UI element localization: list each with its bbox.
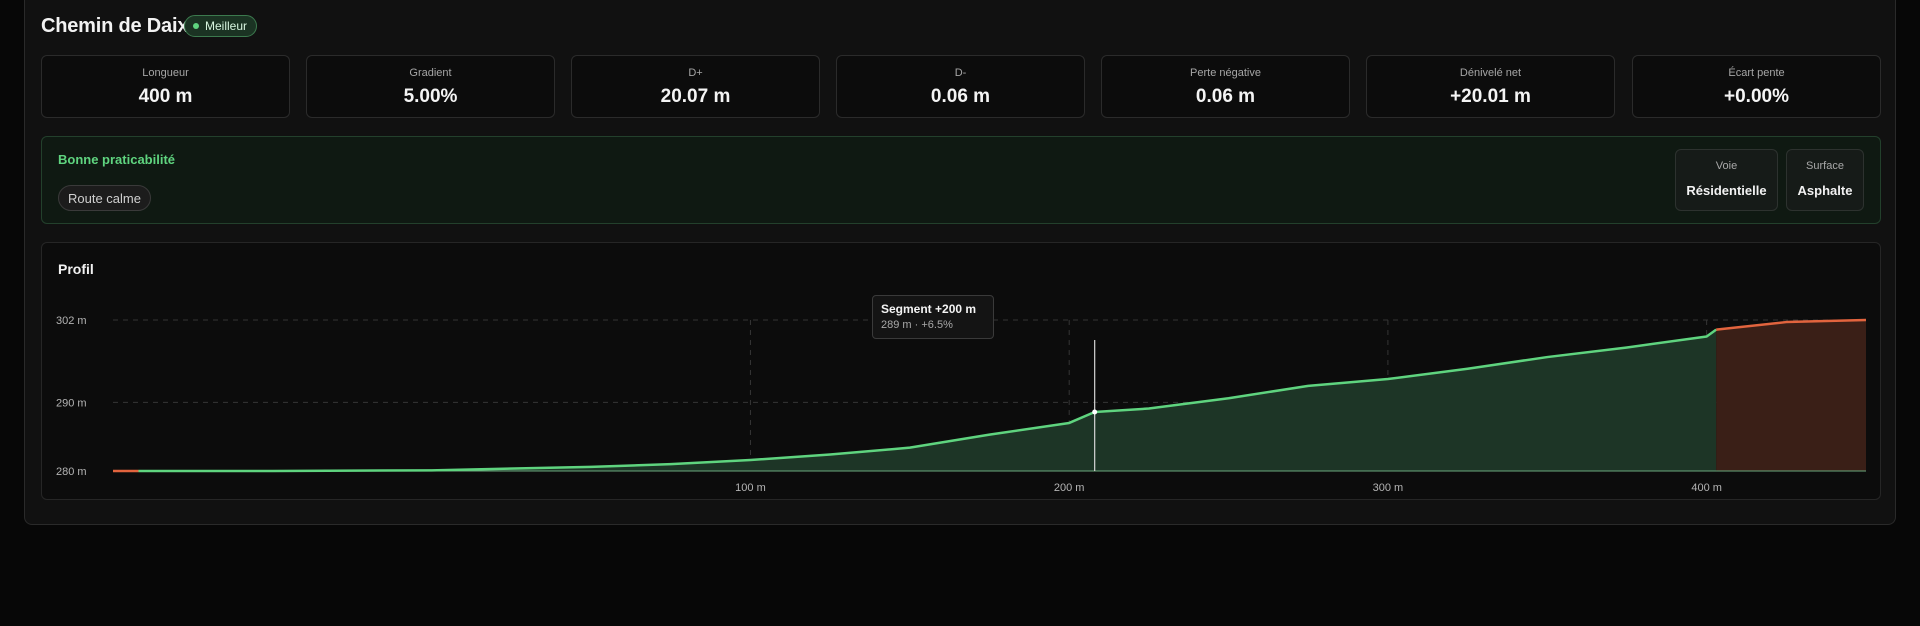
practicability-panel: Bonne praticabilité Route calme Voie Rés…	[41, 136, 1881, 224]
stat-value: +20.01 m	[1450, 86, 1531, 107]
elevation-profile-chart[interactable]: 280 m 290 m 302 m 100 m 200 m 300 m 400 m	[42, 243, 1882, 501]
stat-value: +0.00%	[1724, 86, 1789, 107]
stat-net-elevation: Dénivelé net +20.01 m	[1366, 55, 1615, 118]
stat-value: 400 m	[138, 86, 193, 107]
voie-label: Voie	[1715, 160, 1738, 172]
ascent-area	[138, 329, 1717, 471]
voie-value: Résidentielle	[1686, 183, 1767, 198]
y-tick-label: 302 m	[56, 315, 87, 327]
stat-label: Longueur	[142, 67, 189, 79]
route-card: Chemin de Daix Meilleur Longueur 400 m G…	[24, 0, 1896, 525]
tooltip-detail: 289 m · +6.5%	[881, 319, 953, 331]
surface-value: Asphalte	[1797, 183, 1853, 198]
voie-box: Voie Résidentielle	[1675, 149, 1778, 211]
stat-label: Dénivelé net	[1459, 67, 1522, 79]
stat-label: D+	[688, 67, 703, 79]
x-tick-label: 100 m	[735, 482, 766, 494]
stat-value: 0.06 m	[930, 86, 991, 107]
tooltip-title: Segment +200 m	[881, 302, 977, 316]
stat-gradient: Gradient 5.00%	[306, 55, 555, 118]
surface-box: Surface Asphalte	[1786, 149, 1864, 211]
stat-slope-deviation: Écart pente +0.00%	[1632, 55, 1881, 118]
surface-label: Surface	[1806, 160, 1844, 172]
route-title: Chemin de Daix	[41, 15, 189, 37]
stat-value: 20.07 m	[660, 86, 731, 107]
x-tick-label: 200 m	[1054, 482, 1085, 494]
best-badge: Meilleur	[184, 15, 258, 37]
stat-label: D-	[954, 67, 967, 79]
profile-panel: Profil 280 m 290 m 302 m 100 m 200 m 300 m 400…	[41, 242, 1881, 500]
stat-length: Longueur 400 m	[41, 55, 290, 118]
steep-area	[1716, 320, 1866, 471]
y-tick-label: 290 m	[56, 397, 87, 409]
road-type-chip: Route calme	[58, 185, 151, 211]
hover-point	[1092, 409, 1098, 415]
stat-value: 5.00%	[403, 86, 458, 107]
stat-ascent: D+ 20.07 m	[571, 55, 820, 118]
chart-tooltip: Segment +200 m 289 m · +6.5%	[872, 295, 994, 339]
stat-value: 0.06 m	[1195, 86, 1256, 107]
practicability-title: Bonne praticabilité	[58, 152, 176, 167]
x-tick-label: 300 m	[1373, 482, 1404, 494]
stat-negative-loss: Perte négative 0.06 m	[1101, 55, 1350, 118]
x-tick-label: 400 m	[1691, 482, 1722, 494]
stat-label: Écart pente	[1728, 67, 1785, 79]
stat-descent: D- 0.06 m	[836, 55, 1085, 118]
stat-label: Perte négative	[1190, 67, 1261, 79]
best-badge-label: Meilleur	[205, 19, 248, 33]
stat-label: Gradient	[409, 67, 452, 79]
y-tick-label: 280 m	[56, 466, 87, 478]
status-dot-icon	[193, 23, 199, 29]
stats-row: Longueur 400 m Gradient 5.00% D+ 20.07 m…	[41, 55, 1881, 118]
